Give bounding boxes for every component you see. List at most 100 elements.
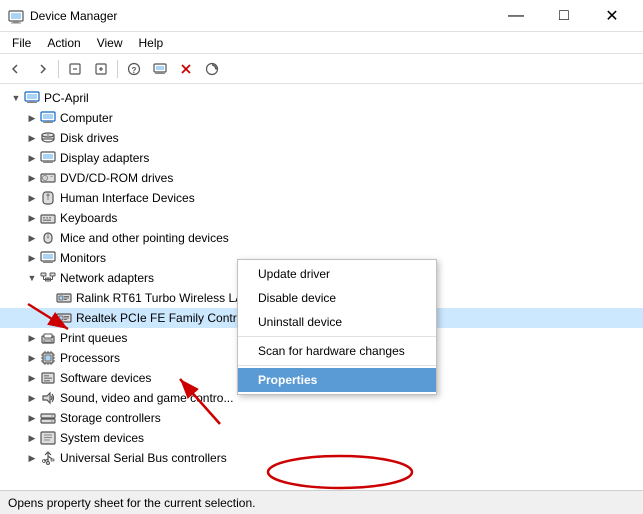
realtek-icon: [56, 310, 72, 326]
tree-item-dvd[interactable]: ▶ DVD/CD-ROM drives: [0, 168, 643, 188]
network-toggle[interactable]: ▼: [24, 270, 40, 286]
context-separator-2: [238, 365, 436, 366]
print-icon: [40, 330, 56, 346]
dvd-icon: [40, 170, 56, 186]
dvd-toggle[interactable]: ▶: [24, 170, 40, 186]
display-icon: [40, 150, 56, 166]
keyboard-label: Keyboards: [60, 211, 117, 225]
monitors-toggle[interactable]: ▶: [24, 250, 40, 266]
tree-item-keyboard[interactable]: ▶ Keyboards: [0, 208, 643, 228]
hid-label: Human Interface Devices: [60, 191, 195, 205]
menu-action[interactable]: Action: [39, 34, 88, 52]
svg-text:?: ?: [132, 66, 137, 75]
context-separator: [238, 336, 436, 337]
collapse-button[interactable]: [63, 57, 87, 81]
help-button[interactable]: ?: [122, 57, 146, 81]
keyboard-toggle[interactable]: ▶: [24, 210, 40, 226]
forward-button[interactable]: [30, 57, 54, 81]
hid-toggle[interactable]: ▶: [24, 190, 40, 206]
print-label: Print queues: [60, 331, 127, 345]
usb-icon: [40, 450, 56, 466]
root-label: PC-April: [44, 91, 89, 105]
scan-button[interactable]: [200, 57, 224, 81]
system-label: System devices: [60, 431, 144, 445]
remove-button[interactable]: [174, 57, 198, 81]
window-title: Device Manager: [30, 9, 493, 23]
menu-view[interactable]: View: [89, 34, 131, 52]
mice-icon: [40, 230, 56, 246]
tree-item-display[interactable]: ▶ Display adapters: [0, 148, 643, 168]
software-toggle[interactable]: ▶: [24, 370, 40, 386]
context-scan-hardware[interactable]: Scan for hardware changes: [238, 339, 436, 363]
ralink-spacer: [40, 290, 56, 306]
storage-label: Storage controllers: [60, 411, 161, 425]
sound-icon: [40, 390, 56, 406]
tree-item-system[interactable]: ▶ System devices: [0, 428, 643, 448]
mice-toggle[interactable]: ▶: [24, 230, 40, 246]
realtek-label: Realtek PCIe FE Family Controller: [76, 311, 259, 325]
context-disable-device[interactable]: Disable device: [238, 286, 436, 310]
device-tree: ▼ PC-April ▶: [0, 84, 643, 490]
app-icon: [8, 8, 24, 24]
computer-toggle[interactable]: ▶: [24, 110, 40, 126]
status-bar: Opens property sheet for the current sel…: [0, 490, 643, 514]
menu-help[interactable]: Help: [131, 34, 172, 52]
toolbar-sep-1: [58, 60, 59, 78]
toolbar-sep-2: [117, 60, 118, 78]
keyboard-icon: [40, 210, 56, 226]
disk-toggle[interactable]: ▶: [24, 130, 40, 146]
software-label: Software devices: [60, 371, 151, 385]
display-label: Display adapters: [60, 151, 149, 165]
menu-bar: File Action View Help: [0, 32, 643, 54]
tree-item-disk[interactable]: ▶ Disk drives: [0, 128, 643, 148]
context-menu: Update driver Disable device Uninstall d…: [237, 259, 437, 395]
tree-root[interactable]: ▼ PC-April: [0, 88, 643, 108]
context-uninstall-device[interactable]: Uninstall device: [238, 310, 436, 334]
tree-item-mice[interactable]: ▶ Mice and other pointing devices: [0, 228, 643, 248]
display-toggle[interactable]: ▶: [24, 150, 40, 166]
processors-toggle[interactable]: ▶: [24, 350, 40, 366]
mice-label: Mice and other pointing devices: [60, 231, 229, 245]
computer-icon: [24, 90, 40, 106]
tree-item-hid[interactable]: ▶ Human Interface Devices: [0, 188, 643, 208]
storage-toggle[interactable]: ▶: [24, 410, 40, 426]
expand-button[interactable]: [89, 57, 113, 81]
ralink-icon: [56, 290, 72, 306]
title-bar: Device Manager — □ ✕: [0, 0, 643, 32]
hid-icon: [40, 190, 56, 206]
monitors-label: Monitors: [60, 251, 106, 265]
tree-item-storage[interactable]: ▶ Storage controllers: [0, 408, 643, 428]
context-update-driver[interactable]: Update driver: [238, 262, 436, 286]
network-icon: [40, 270, 56, 286]
menu-file[interactable]: File: [4, 34, 39, 52]
network-label: Network adapters: [60, 271, 154, 285]
computer-label: Computer: [60, 111, 113, 125]
tree-item-usb[interactable]: ▶ Universal Serial Bus controllers: [0, 448, 643, 468]
sound-label: Sound, video and game contro...: [60, 391, 233, 405]
processors-label: Processors: [60, 351, 120, 365]
usb-label: Universal Serial Bus controllers: [60, 451, 227, 465]
software-icon: [40, 370, 56, 386]
system-toggle[interactable]: ▶: [24, 430, 40, 446]
device-info-button[interactable]: [148, 57, 172, 81]
root-toggle[interactable]: ▼: [8, 90, 24, 106]
realtek-spacer: [40, 310, 56, 326]
computer-device-icon: [40, 110, 56, 126]
sound-toggle[interactable]: ▶: [24, 390, 40, 406]
minimize-button[interactable]: —: [493, 0, 539, 32]
tree-item-computer[interactable]: ▶ Computer: [0, 108, 643, 128]
usb-toggle[interactable]: ▶: [24, 450, 40, 466]
dvd-label: DVD/CD-ROM drives: [60, 171, 173, 185]
close-button[interactable]: ✕: [589, 0, 635, 32]
disk-icon: [40, 130, 56, 146]
toolbar: ?: [0, 54, 643, 84]
monitors-icon: [40, 250, 56, 266]
back-button[interactable]: [4, 57, 28, 81]
context-properties[interactable]: Properties: [238, 368, 436, 392]
maximize-button[interactable]: □: [541, 0, 587, 32]
status-text: Opens property sheet for the current sel…: [8, 496, 255, 510]
processors-icon: [40, 350, 56, 366]
print-toggle[interactable]: ▶: [24, 330, 40, 346]
main-area: ▼ PC-April ▶: [0, 84, 643, 490]
system-icon: [40, 430, 56, 446]
